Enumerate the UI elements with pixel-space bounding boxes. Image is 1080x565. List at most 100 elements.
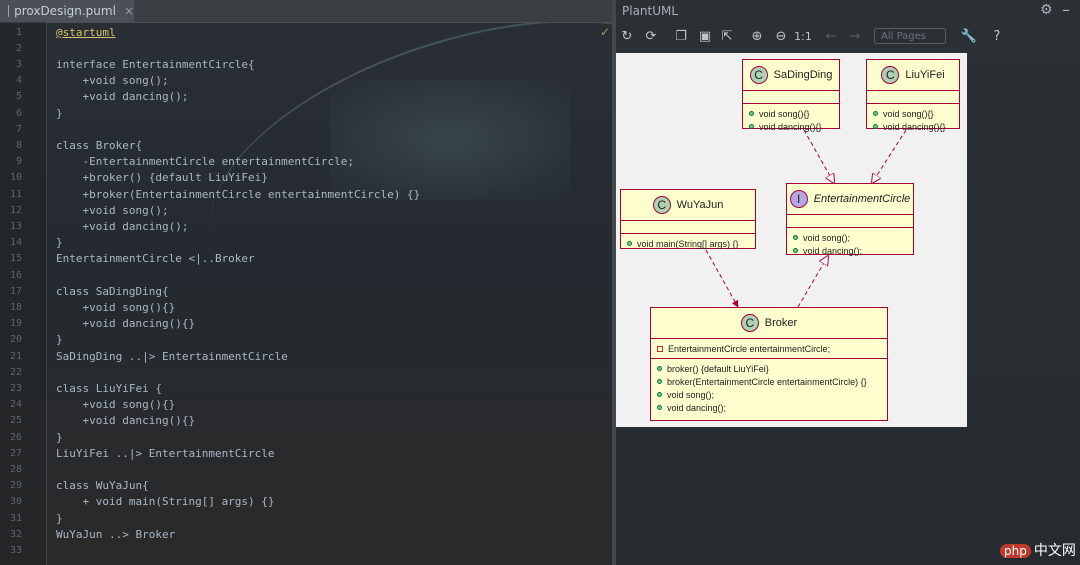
minimize-icon[interactable]: –: [1062, 0, 1070, 19]
wrench-icon[interactable]: 🔧: [960, 26, 978, 46]
line-number: 4: [15, 75, 22, 87]
prev-page-icon[interactable]: ←: [822, 26, 840, 46]
code-text: EntertainmentCircle <|..Broker: [56, 252, 255, 266]
code-text: +void song();: [56, 203, 169, 217]
export-icon[interactable]: ⇱: [718, 26, 736, 46]
line-number: 10: [9, 172, 22, 184]
dependency-wuyajun: [705, 249, 739, 308]
page-selector[interactable]: All Pages: [874, 28, 946, 44]
code-line[interactable]: 23 class LiuYiFei {: [0, 380, 612, 396]
code-line[interactable]: 7: [0, 121, 612, 137]
methods-section: void song(){} void dancing(){}: [867, 104, 959, 136]
line-number: 13: [9, 220, 22, 232]
realization-sadingding: [803, 129, 834, 183]
class-liuyifei[interactable]: C LiuYiFei void song(){} void dancing(){}: [866, 59, 960, 132]
line-number: 27: [9, 447, 22, 459]
code-text: @startuml: [56, 25, 116, 39]
code-text: +void dancing(){}: [56, 414, 196, 428]
code-line[interactable]: 22: [0, 364, 612, 380]
public-dot-icon: [793, 235, 798, 240]
code-line[interactable]: 3 interface EntertainmentCircle{: [0, 56, 612, 72]
zoom-out-icon[interactable]: ⊖: [772, 26, 790, 46]
code-line[interactable]: 17 class SaDingDing{: [0, 283, 612, 299]
code-line[interactable]: 4 +void song();: [0, 73, 612, 89]
line-number: 6: [15, 107, 22, 119]
class-name: LiuYiFei: [905, 69, 945, 81]
refresh-icon[interactable]: ↻: [618, 26, 636, 46]
code-line[interactable]: 21 SaDingDing ..|> EntertainmentCircle: [0, 348, 612, 364]
class-name: SaDingDing: [773, 69, 833, 81]
code-line[interactable]: 30 + void main(String[] args) {}: [0, 494, 612, 510]
code-line[interactable]: 19 +void dancing(){}: [0, 316, 612, 332]
code-line[interactable]: 18 +void song(){}: [0, 299, 612, 315]
watermark-logo: php 中文网: [1000, 540, 1076, 560]
code-line[interactable]: 16: [0, 267, 612, 283]
class-stereotype-icon: C: [881, 66, 900, 84]
code-text: +void song(){}: [56, 398, 176, 412]
zoom-in-icon[interactable]: ⊕: [748, 26, 766, 46]
method: void main(String[] args) {}: [637, 238, 739, 249]
code-line[interactable]: 12 +void song();: [0, 202, 612, 218]
class-wuyajun[interactable]: C WuYaJun void main(String[] args) {}: [620, 189, 756, 249]
code-line[interactable]: 29 class WuYaJun{: [0, 478, 612, 494]
code-text: class Broker{: [56, 138, 143, 152]
fields-section: [787, 215, 913, 228]
line-number: 31: [9, 512, 22, 524]
code-text: }: [56, 236, 63, 250]
code-line[interactable]: 31}: [0, 510, 612, 526]
code-text: class WuYaJun{: [56, 479, 149, 493]
code-line[interactable]: 1 @startuml: [0, 24, 612, 40]
gear-icon[interactable]: ⚙: [1040, 2, 1053, 18]
line-number: 2: [15, 42, 22, 54]
help-icon[interactable]: ?: [988, 26, 1006, 46]
code-line[interactable]: 25 +void dancing(){}: [0, 413, 612, 429]
code-text: SaDingDing ..|> EntertainmentCircle: [56, 349, 288, 363]
method: void dancing(){}: [883, 121, 946, 132]
class-sadingding[interactable]: C SaDingDing void song(){} void dancing()…: [742, 59, 840, 132]
line-number: 8: [15, 139, 22, 151]
code-line[interactable]: 13 +void dancing();: [0, 218, 612, 234]
code-line[interactable]: 24 +void song(){}: [0, 397, 612, 413]
realization-liuyifei: [872, 129, 907, 183]
actual-size-button[interactable]: 1:1: [794, 26, 812, 46]
code-line[interactable]: 28: [0, 461, 612, 477]
copy-icon[interactable]: ❐: [672, 26, 690, 46]
plantuml-title: PlantUML: [622, 4, 679, 18]
code-line[interactable]: 11 +broker(EntertainmentCircle entertain…: [0, 186, 612, 202]
public-dot-icon: [793, 248, 798, 253]
class-broker[interactable]: C Broker EntertainmentCircle entertainmen…: [650, 307, 888, 421]
interface-name: EntertainmentCircle: [813, 193, 911, 205]
close-icon[interactable]: ×: [124, 4, 134, 18]
public-dot-icon: [657, 392, 662, 397]
code-line[interactable]: 2: [0, 40, 612, 56]
fields-section: EntertainmentCircle entertainmentCircle;: [651, 339, 887, 359]
code-line[interactable]: 14}: [0, 235, 612, 251]
class-name: WuYaJun: [676, 199, 724, 211]
next-page-icon[interactable]: →: [846, 26, 864, 46]
method: void song();: [667, 389, 715, 400]
sync-icon[interactable]: ⟳: [642, 26, 660, 46]
code-text: +void song(){}: [56, 300, 176, 314]
method: void dancing();: [803, 245, 863, 256]
code-line[interactable]: 6}: [0, 105, 612, 121]
code-line[interactable]: 5 +void dancing();: [0, 89, 612, 105]
code-line[interactable]: 27 LiuYiFei ..|> EntertainmentCircle: [0, 445, 612, 461]
code-line[interactable]: 8 class Broker{: [0, 137, 612, 153]
code-line[interactable]: 26}: [0, 429, 612, 445]
code-line[interactable]: 33: [0, 542, 612, 558]
save-icon[interactable]: ▣: [696, 26, 714, 46]
class-stereotype-icon: C: [749, 66, 768, 84]
tab-proxdesign[interactable]: prox‍Design.puml ×: [0, 0, 134, 22]
method: void dancing();: [667, 402, 727, 413]
code-line[interactable]: 15 EntertainmentCircle <|..Broker: [0, 251, 612, 267]
editor-tab-bar: prox‍Design.puml ×: [0, 0, 612, 23]
public-dot-icon: [749, 111, 754, 116]
line-number: 18: [9, 301, 22, 313]
line-number: 24: [9, 399, 22, 411]
code-line[interactable]: 10 +broker() {default LiuYiFei}: [0, 170, 612, 186]
code-line[interactable]: 9 -EntertainmentCircle entertainmentCirc…: [0, 154, 612, 170]
code-line[interactable]: 20}: [0, 332, 612, 348]
interface-entertainmentcircle[interactable]: I EntertainmentCircle void song(); void d…: [786, 183, 914, 256]
code-line[interactable]: 32 WuYaJun ..> Broker: [0, 526, 612, 542]
public-dot-icon: [749, 124, 754, 129]
